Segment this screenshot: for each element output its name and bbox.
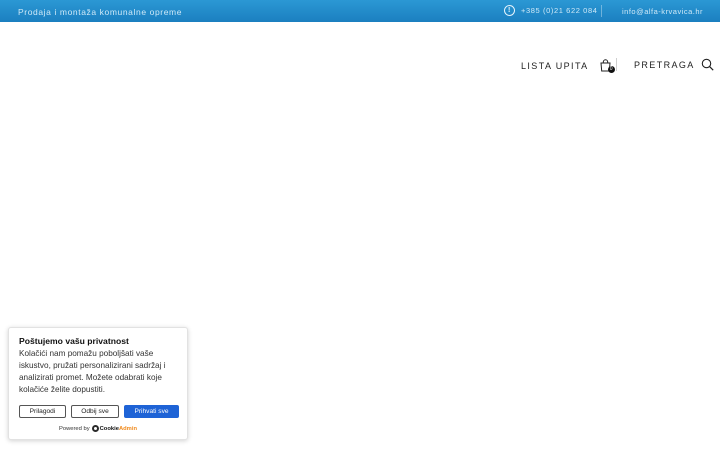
cookie-banner: Poštujemo vašu privatnost Kolačići nam p…: [8, 327, 188, 440]
phone-number: +385 (0)21 622 084: [521, 6, 598, 15]
email-link[interactable]: info@alfa-krvavica.hr: [622, 7, 703, 16]
top-bar: Prodaja i montaža komunalne opreme ! +38…: [0, 0, 720, 22]
shopping-bag-icon: 0: [599, 59, 615, 73]
tagline: Prodaja i montaža komunalne opreme: [18, 7, 183, 17]
cookie-buttons: Prilagodi Odbij sve Prihvati sve: [19, 405, 179, 418]
exclamation-circle-icon: !: [504, 5, 515, 16]
customize-button[interactable]: Prilagodi: [19, 405, 66, 418]
cart-count-badge: 0: [607, 66, 615, 73]
cookie-message: Kolačići nam pomažu poboljšati vaše isku…: [19, 349, 166, 394]
phone-link[interactable]: ! +385 (0)21 622 084: [504, 5, 597, 16]
brand-cookie: Cookie: [99, 425, 119, 432]
search-link[interactable]: PRETRAGA: [634, 58, 714, 71]
inquiry-list-label: LISTA UPITA: [521, 60, 589, 71]
nav-divider: [616, 58, 617, 71]
topbar-divider: [601, 5, 602, 17]
search-label: PRETRAGA: [634, 59, 695, 70]
brand-admin: Admin: [118, 425, 137, 432]
cookieadmin-logo-icon: [91, 425, 99, 432]
powered-by-label: Powered by: [59, 425, 90, 432]
accept-all-button[interactable]: Prihvati sve: [124, 405, 179, 418]
search-icon: [701, 58, 714, 71]
inquiry-list-link[interactable]: LISTA UPITA 0: [521, 59, 615, 73]
powered-by[interactable]: Powered by Cookie Admin: [59, 425, 137, 432]
reject-all-button[interactable]: Odbij sve: [71, 405, 119, 418]
cookie-title: Poštujemo vašu privatnost: [19, 336, 129, 346]
